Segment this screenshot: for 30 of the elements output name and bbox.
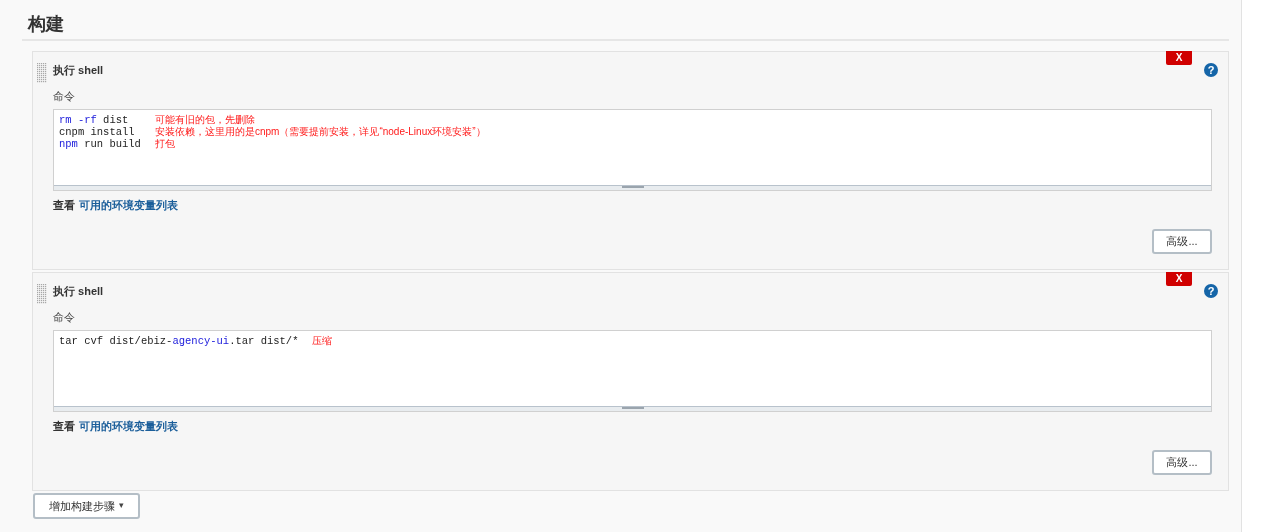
delete-button[interactable]: X <box>1166 272 1192 286</box>
resize-handle[interactable] <box>54 406 1211 411</box>
drag-handle-icon[interactable] <box>37 284 47 304</box>
step-title: 执行 shell <box>53 63 104 78</box>
env-vars-link[interactable]: 可用的环境变量列表 <box>79 418 178 434</box>
command-textarea[interactable]: tar cvf dist/ebiz-agency-ui.tar dist/* 压缩 <box>53 330 1212 412</box>
command-textarea[interactable]: rm -rf dist 可能有旧的包，先删除 cnpm install 安装依赖，这里用的是cnpm（需要提前安装，详见“node-Linux环境安装”） npm run build 打包 <box>53 109 1212 191</box>
annotation-note: 安装依赖，这里用的是cnpm（需要提前安装，详见“node-Linux环境安装”） <box>154 126 487 138</box>
section-heading: 构建 <box>28 13 64 36</box>
link-prefix: 查看 <box>53 419 75 434</box>
advanced-button[interactable]: 高级... <box>1152 450 1212 475</box>
field-label: 命令 <box>53 310 76 325</box>
step-title: 执行 shell <box>53 284 104 299</box>
code-line: npm run build <box>59 138 141 150</box>
delete-button[interactable]: X <box>1166 51 1192 65</box>
annotation-note: 压缩 <box>312 335 334 347</box>
code-line: rm -rf dist <box>59 114 130 126</box>
advanced-button[interactable]: 高级... <box>1152 229 1212 254</box>
drag-handle-icon[interactable] <box>37 63 47 83</box>
help-icon[interactable]: ? <box>1204 63 1218 77</box>
annotation-note: 打包 <box>154 138 176 150</box>
code-line: cnpm install <box>59 126 136 138</box>
annotation-note: 可能有旧的包，先删除 <box>154 114 256 126</box>
link-prefix: 查看 <box>53 198 75 213</box>
code-line: tar cvf dist/ebiz-agency-ui.tar dist/* <box>59 335 299 347</box>
field-label: 命令 <box>53 89 76 104</box>
add-build-step-button[interactable]: 增加构建步骤 ▾ <box>33 493 140 519</box>
env-vars-link[interactable]: 可用的环境变量列表 <box>79 197 178 213</box>
resize-handle[interactable] <box>54 185 1211 190</box>
help-icon[interactable]: ? <box>1204 284 1218 298</box>
